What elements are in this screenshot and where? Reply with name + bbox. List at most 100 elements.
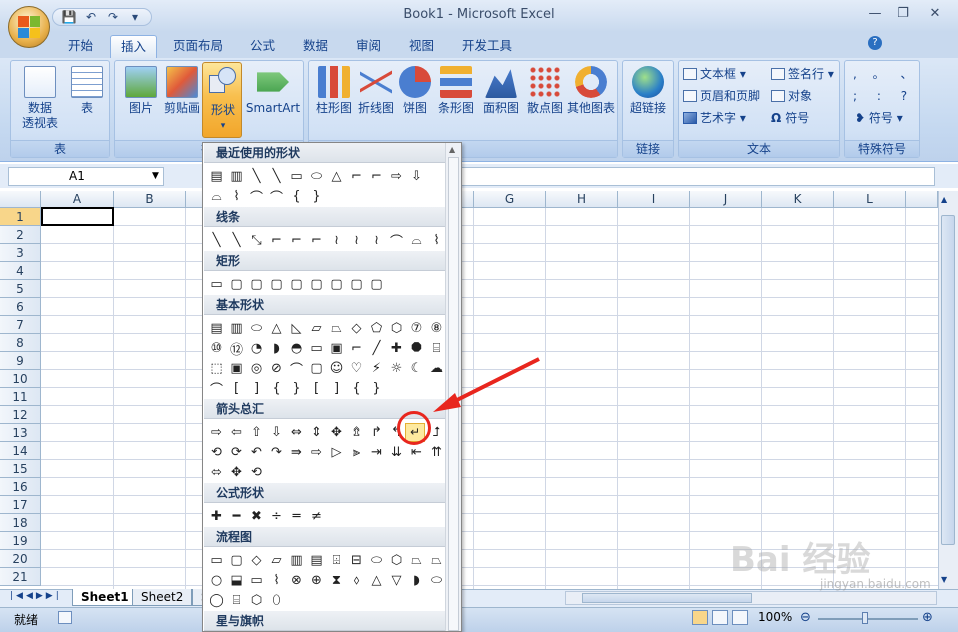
shape-item[interactable]: ⧗ xyxy=(327,571,346,589)
column-header-i[interactable]: I xyxy=(618,191,690,208)
tab-page-layout[interactable]: 页面布局 xyxy=(163,35,233,58)
picture-button[interactable]: 图片 xyxy=(119,64,163,116)
shape-item[interactable]: ▢ xyxy=(267,275,286,293)
shape-item[interactable]: { xyxy=(347,379,366,397)
shape-item[interactable]: ⬠ xyxy=(367,319,386,337)
shape-item[interactable]: ⇊ xyxy=(387,443,406,461)
table-button[interactable]: 表 xyxy=(67,64,107,116)
zoom-slider-thumb[interactable] xyxy=(862,612,868,624)
shape-item[interactable]: ⯃ xyxy=(407,339,426,357)
shape-item[interactable]: ▭ xyxy=(287,167,306,185)
column-header-m[interactable] xyxy=(906,191,938,208)
shape-item[interactable]: ⌐ xyxy=(367,167,386,185)
gallery-scroll-up-icon[interactable]: ▲ xyxy=(449,145,455,154)
normal-view-icon[interactable] xyxy=(692,610,708,625)
shape-item[interactable]: ⑧ xyxy=(427,319,446,337)
line-chart-button[interactable]: 折线图 xyxy=(355,64,397,116)
zoom-out-icon[interactable]: ⊖ xyxy=(800,610,811,625)
tab-insert[interactable]: 插入 xyxy=(110,35,158,58)
shape-item[interactable]: ⌐ xyxy=(287,231,306,249)
row-header-7[interactable]: 7 xyxy=(0,316,41,334)
special-symbol-button[interactable]: ❥ 符号 ▾ xyxy=(855,108,903,128)
shape-item[interactable]: ◗ xyxy=(407,571,426,589)
shape-item[interactable]: ◇ xyxy=(347,319,366,337)
scroll-down-icon[interactable]: ▼ xyxy=(941,575,947,584)
row-header-9[interactable]: 9 xyxy=(0,352,41,370)
shape-item[interactable]: ▤ xyxy=(207,167,226,185)
scatter-chart-button[interactable]: 散点图 xyxy=(523,64,567,116)
shape-item[interactable]: ⬡ xyxy=(387,319,406,337)
shape-item[interactable]: ⌇ xyxy=(267,571,286,589)
shape-item[interactable]: △ xyxy=(367,571,386,589)
row-header-12[interactable]: 12 xyxy=(0,406,41,424)
macro-record-icon[interactable] xyxy=(58,611,72,624)
shape-item[interactable]: ⏢ xyxy=(427,551,446,569)
recent-shapes-row-1[interactable]: ▤ ▥ ╲ ╲ ▭ ⬭ △ ⌐ ⌐ ⇨ ⇩ xyxy=(207,167,447,185)
symbols-row-1[interactable]: , 。 、 xyxy=(853,64,918,84)
tab-review[interactable]: 审阅 xyxy=(346,35,391,58)
row-header-11[interactable]: 11 xyxy=(0,388,41,406)
shape-item[interactable]: ⬭ xyxy=(427,571,446,589)
basic-shapes-row-1[interactable]: ▤ ▥ ⬭ △ ◺ ▱ ⏢ ◇ ⬠ ⬡ ⑦ ⑧ xyxy=(207,319,447,337)
shape-item[interactable]: ⌒ xyxy=(287,359,306,378)
clipart-button[interactable]: 剪贴画 xyxy=(161,64,203,116)
shape-item[interactable]: ▥ xyxy=(227,167,246,185)
shape-item[interactable]: ⇤ xyxy=(407,443,426,461)
shape-item[interactable]: ▱ xyxy=(307,319,326,337)
zoom-in-icon[interactable]: ⊕ xyxy=(922,610,933,625)
symbols-row-2[interactable]: ; : ? xyxy=(853,86,915,106)
shape-item[interactable]: ≀ xyxy=(367,231,386,249)
shape-item[interactable]: ⬭ xyxy=(367,551,386,569)
shape-item[interactable]: ◓ xyxy=(287,339,306,357)
pie-chart-button[interactable]: 饼图 xyxy=(397,64,433,116)
shape-item[interactable]: ⇕ xyxy=(307,423,326,441)
shape-item[interactable]: ⊗ xyxy=(287,571,306,589)
shape-item[interactable]: ⇨ xyxy=(307,443,326,461)
shape-item[interactable]: ▥ xyxy=(227,319,246,337)
shape-item[interactable]: ⏢ xyxy=(327,319,346,337)
shape-item[interactable]: ▭ xyxy=(207,551,226,569)
shape-item[interactable]: ⤡ xyxy=(247,231,266,249)
shape-item[interactable]: ⌐ xyxy=(347,339,366,357)
arrow-shapes-row-2[interactable]: ⟲ ⟳ ↶ ↷ ⇛ ⇨ ▷ ⫸ ⇥ ⇊ ⇤ ⇈ xyxy=(207,443,447,461)
shape-item[interactable]: ◯ xyxy=(207,591,226,609)
shape-item[interactable]: ✚ xyxy=(207,507,226,525)
page-layout-view-icon[interactable] xyxy=(712,610,728,625)
row-header-18[interactable]: 18 xyxy=(0,514,41,532)
shape-item[interactable]: ☼ xyxy=(387,359,406,377)
vertical-scrollbar[interactable]: ▲ ▼ xyxy=(938,191,958,589)
object-button[interactable]: 对象 xyxy=(771,86,812,106)
shape-item[interactable]: ▢ xyxy=(307,359,326,377)
wordart-button[interactable]: 艺术字 ▾ xyxy=(683,108,746,128)
shape-item[interactable]: ✖ xyxy=(247,507,266,525)
shape-item[interactable]: { xyxy=(287,187,306,205)
zoom-level[interactable]: 100% xyxy=(758,610,792,624)
office-button[interactable] xyxy=(8,6,50,48)
column-chart-button[interactable]: 柱形图 xyxy=(311,64,357,116)
shape-item[interactable]: ▢ xyxy=(307,275,326,293)
shape-item[interactable]: ] xyxy=(327,379,346,397)
shape-item[interactable]: ◺ xyxy=(287,319,306,337)
tab-home[interactable]: 开始 xyxy=(58,35,103,58)
restore-button[interactable]: ❐ xyxy=(890,6,916,24)
shape-item[interactable]: ↱ xyxy=(367,423,386,441)
flowchart-shapes-row-3[interactable]: ◯ ⌸ ⬡ ⬯ xyxy=(207,591,447,609)
shape-item[interactable]: ⌓ xyxy=(207,187,226,205)
shape-item[interactable]: ▤ xyxy=(207,319,226,337)
area-chart-button[interactable]: 面积图 xyxy=(479,64,523,116)
shape-item[interactable]: ⌓ xyxy=(407,231,426,249)
shape-item[interactable]: ⬓ xyxy=(227,571,246,589)
column-header-k[interactable]: K xyxy=(762,191,834,208)
row-header-14[interactable]: 14 xyxy=(0,442,41,460)
shape-item[interactable]: ▢ xyxy=(247,275,266,293)
recent-shapes-row-2[interactable]: ⌓ ⌇ ⌒ ⌒{} xyxy=(207,187,447,206)
row-header-13[interactable]: 13 xyxy=(0,424,41,442)
shape-item[interactable]: ▷ xyxy=(327,443,346,461)
shape-item[interactable]: ⇨ xyxy=(387,167,406,185)
shape-item[interactable]: ▭ xyxy=(247,571,266,589)
column-header-h[interactable]: H xyxy=(546,191,618,208)
shape-item[interactable]: ↷ xyxy=(267,443,286,461)
select-all-corner[interactable] xyxy=(0,191,41,208)
shape-item[interactable]: ▣ xyxy=(227,359,246,377)
hscroll-thumb[interactable] xyxy=(582,593,752,603)
